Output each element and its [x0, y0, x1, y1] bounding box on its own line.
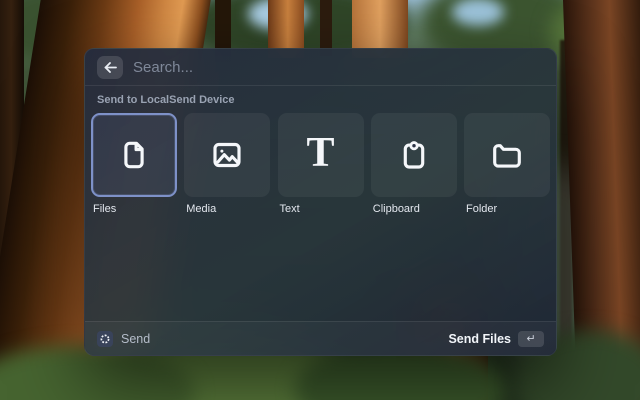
send-files-label: Send Files [448, 332, 511, 346]
grid-cell-media: Media [184, 113, 270, 215]
grid-cell-files: Files [91, 113, 177, 215]
results-area: Send to LocalSend Device Files [85, 86, 556, 321]
localsend-icon [97, 331, 113, 347]
tile-label: Media [186, 203, 270, 215]
command-name: Send [121, 332, 150, 346]
tile-files[interactable] [91, 113, 177, 197]
tile-folder[interactable] [464, 113, 550, 197]
launcher-window: Send to LocalSend Device Files [84, 48, 557, 356]
folder-icon [489, 137, 525, 173]
tile-text[interactable]: T [278, 113, 364, 197]
back-button[interactable] [97, 56, 123, 79]
search-bar [85, 49, 556, 85]
tile-label: Files [93, 203, 177, 215]
grid-cell-clipboard: Clipboard [371, 113, 457, 215]
file-icon [116, 137, 152, 173]
tile-label: Clipboard [373, 203, 457, 215]
send-files-button[interactable]: Send Files ↵ [448, 331, 544, 347]
tile-clipboard[interactable] [371, 113, 457, 197]
enter-key-icon: ↵ [518, 331, 544, 347]
tile-media[interactable] [184, 113, 270, 197]
section-header: Send to LocalSend Device [91, 86, 550, 113]
tile-label: Folder [466, 203, 550, 215]
tile-label: Text [280, 203, 364, 215]
image-icon [209, 137, 245, 173]
search-input[interactable] [133, 59, 544, 76]
clipboard-icon [396, 137, 432, 173]
arrow-left-icon [104, 62, 117, 73]
grid-cell-text: T Text [278, 113, 364, 215]
action-bar: Send Send Files ↵ [85, 321, 556, 355]
text-icon: T [306, 132, 334, 174]
send-options-grid: Files Media T Text [91, 113, 550, 215]
grid-cell-folder: Folder [464, 113, 550, 215]
